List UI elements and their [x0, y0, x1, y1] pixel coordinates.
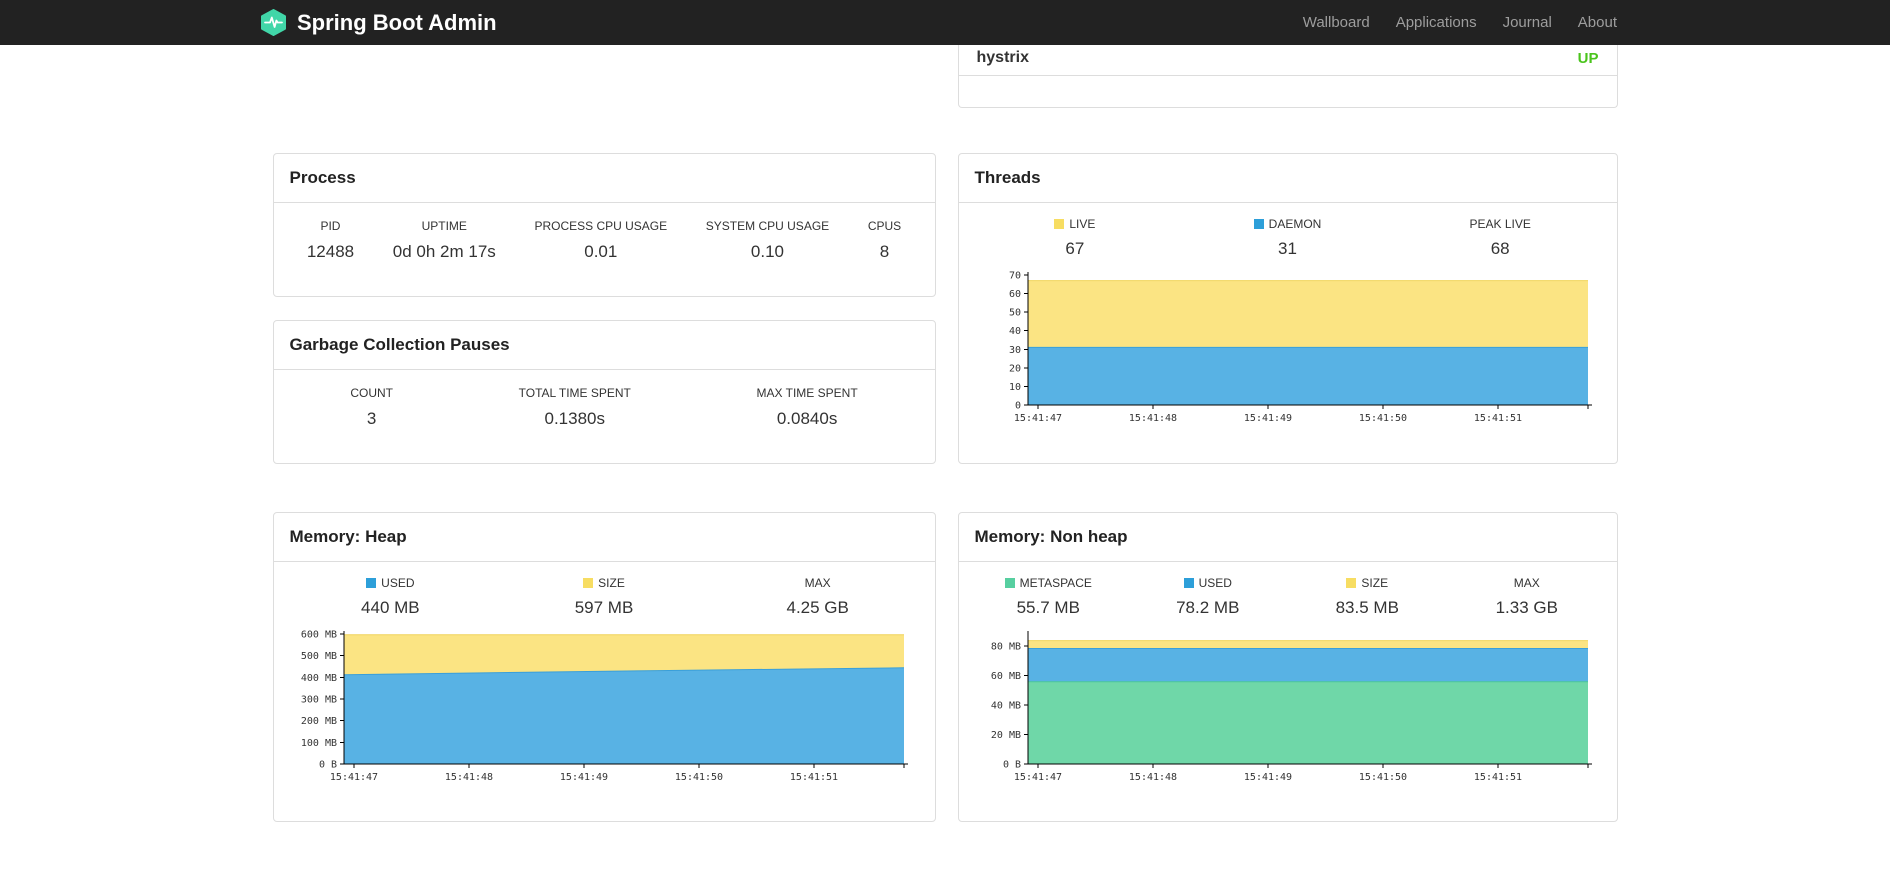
- brand-title: Spring Boot Admin: [297, 9, 497, 35]
- legend-size: SIZE 597 MB: [574, 576, 634, 617]
- legend-max: MAX 4.25 GB: [786, 576, 849, 617]
- svg-text:0 B: 0 B: [319, 760, 337, 771]
- metric-gc-total-time: TOTAL TIME SPENT 0.1380s: [518, 386, 631, 428]
- memory-nonheap-title: Memory: Non heap: [958, 513, 1617, 562]
- svg-text:50: 50: [1008, 308, 1020, 319]
- application-name[interactable]: hystrix: [977, 49, 1029, 67]
- svg-text:60 MB: 60 MB: [990, 671, 1020, 682]
- heap-legend: USED 440 MB SIZE 597 MB MAX 4.25 GB: [274, 562, 935, 618]
- svg-text:500 MB: 500 MB: [301, 651, 337, 662]
- metric-pid: PID 12488: [306, 219, 355, 261]
- svg-text:0: 0: [1014, 401, 1020, 412]
- spring-boot-admin-logo-icon: [260, 9, 287, 36]
- svg-text:15:41:47: 15:41:47: [330, 772, 378, 783]
- nav-about[interactable]: About: [1565, 14, 1630, 31]
- nav-applications[interactable]: Applications: [1383, 14, 1490, 31]
- metric-system-cpu-usage: SYSTEM CPU USAGE 0.10: [705, 219, 830, 261]
- svg-text:60: 60: [1008, 289, 1020, 300]
- memory-nonheap-chart: 0 B 20 MB 40 MB 60 MB 80 MB 15:41:47 15:41:48 1…: [990, 631, 1592, 783]
- nav-journal[interactable]: Journal: [1490, 14, 1565, 31]
- svg-text:600 MB: 600 MB: [301, 630, 337, 641]
- process-metrics: PID 12488 UPTIME 0d 0h 2m 17s PROCESS CP…: [274, 203, 935, 262]
- svg-text:15:41:51: 15:41:51: [1473, 772, 1521, 783]
- threads-legend: LIVE 67 DAEMON 31 PEAK LIVE 68: [959, 203, 1617, 259]
- content: hystrix UP Process PID 12488 UPTIME 0d 0…: [272, 45, 1618, 822]
- svg-text:30: 30: [1008, 345, 1020, 356]
- memory-heap-chart: 0 B 100 MB 200 MB 300 MB 400 MB 500 MB 600 MB 1…: [301, 630, 908, 783]
- svg-text:0 B: 0 B: [1002, 760, 1020, 771]
- size-swatch-icon: [583, 578, 594, 588]
- status-badge: UP: [1577, 49, 1599, 67]
- legend-live: LIVE 67: [969, 217, 1182, 259]
- memory-heap-panel: Memory: Heap USED 440 MB SIZE 597 MB MAX…: [272, 512, 936, 822]
- threads-panel-title: Threads: [958, 154, 1617, 203]
- threads-panel: Threads LIVE 67 DAEMON 31 PEAK LIVE 68 0…: [957, 153, 1618, 464]
- process-panel-title: Process: [273, 154, 935, 203]
- svg-text:40 MB: 40 MB: [990, 700, 1020, 711]
- legend-used: USED 78.2 MB: [1176, 576, 1240, 617]
- svg-text:15:41:47: 15:41:47: [1013, 772, 1061, 783]
- svg-text:15:41:51: 15:41:51: [1473, 413, 1521, 424]
- daemon-swatch-icon: [1253, 219, 1264, 229]
- svg-text:15:41:48: 15:41:48: [1128, 772, 1176, 783]
- svg-text:100 MB: 100 MB: [301, 738, 337, 749]
- gc-metrics: COUNT 3 TOTAL TIME SPENT 0.1380s MAX TIM…: [274, 370, 935, 429]
- application-row-hystrix[interactable]: hystrix UP: [958, 45, 1617, 76]
- svg-text:20 MB: 20 MB: [990, 730, 1020, 741]
- svg-text:70: 70: [1008, 271, 1020, 282]
- brand[interactable]: Spring Boot Admin: [260, 9, 497, 36]
- svg-text:15:41:49: 15:41:49: [1243, 772, 1291, 783]
- legend-used: USED 440 MB: [361, 576, 420, 617]
- nonheap-legend: METASPACE 55.7 MB USED 78.2 MB SIZE 83.5…: [959, 562, 1617, 618]
- svg-text:15:41:48: 15:41:48: [1128, 413, 1176, 424]
- svg-text:15:41:47: 15:41:47: [1013, 413, 1061, 424]
- used-swatch-icon: [366, 578, 377, 588]
- gc-panel: Garbage Collection Pauses COUNT 3 TOTAL …: [272, 320, 936, 464]
- svg-text:15:41:50: 15:41:50: [1358, 772, 1406, 783]
- svg-text:15:41:49: 15:41:49: [560, 772, 608, 783]
- svg-text:20: 20: [1008, 363, 1020, 374]
- svg-text:80 MB: 80 MB: [990, 641, 1020, 652]
- svg-text:10: 10: [1008, 382, 1020, 393]
- svg-text:40: 40: [1008, 326, 1020, 337]
- gc-panel-title: Garbage Collection Pauses: [273, 321, 935, 370]
- metaspace-swatch-icon: [1004, 578, 1015, 588]
- metric-process-cpu-usage: PROCESS CPU USAGE 0.01: [534, 219, 668, 261]
- threads-chart: 0 10 20 30 40 50 60 70 15:41:47 15:41:48 15:41:49 1…: [1008, 271, 1592, 424]
- svg-text:15:41:50: 15:41:50: [1358, 413, 1406, 424]
- svg-text:15:41:50: 15:41:50: [675, 772, 723, 783]
- size-swatch-icon: [1346, 578, 1357, 588]
- metric-cpus: CPUS 8: [867, 219, 902, 261]
- applications-panel: hystrix UP: [957, 45, 1618, 108]
- svg-text:400 MB: 400 MB: [301, 673, 337, 684]
- nav-links: Wallboard Applications Journal About: [1290, 14, 1630, 31]
- process-panel: Process PID 12488 UPTIME 0d 0h 2m 17s PR…: [272, 153, 936, 297]
- svg-text:15:41:48: 15:41:48: [445, 772, 493, 783]
- live-swatch-icon: [1054, 219, 1065, 229]
- legend-max: MAX 1.33 GB: [1495, 576, 1558, 617]
- used-swatch-icon: [1183, 578, 1194, 588]
- metric-gc-count: COUNT 3: [350, 386, 393, 428]
- svg-text:200 MB: 200 MB: [301, 716, 337, 727]
- svg-text:300 MB: 300 MB: [301, 695, 337, 706]
- metric-gc-max-time: MAX TIME SPENT 0.0840s: [756, 386, 858, 428]
- legend-daemon: DAEMON 31: [1181, 217, 1394, 259]
- svg-text:15:41:51: 15:41:51: [790, 772, 838, 783]
- legend-metaspace: METASPACE 55.7 MB: [969, 576, 1129, 618]
- legend-size: SIZE 83.5 MB: [1335, 576, 1399, 617]
- memory-heap-title: Memory: Heap: [273, 513, 935, 562]
- memory-nonheap-panel: Memory: Non heap METASPACE 55.7 MB USED …: [957, 512, 1618, 822]
- nav-wallboard[interactable]: Wallboard: [1290, 14, 1383, 31]
- navbar: Spring Boot Admin Wallboard Applications…: [0, 0, 1890, 45]
- legend-peak-live: PEAK LIVE 68: [1469, 217, 1531, 258]
- svg-text:15:41:49: 15:41:49: [1243, 413, 1291, 424]
- metric-uptime: UPTIME 0d 0h 2m 17s: [392, 219, 496, 261]
